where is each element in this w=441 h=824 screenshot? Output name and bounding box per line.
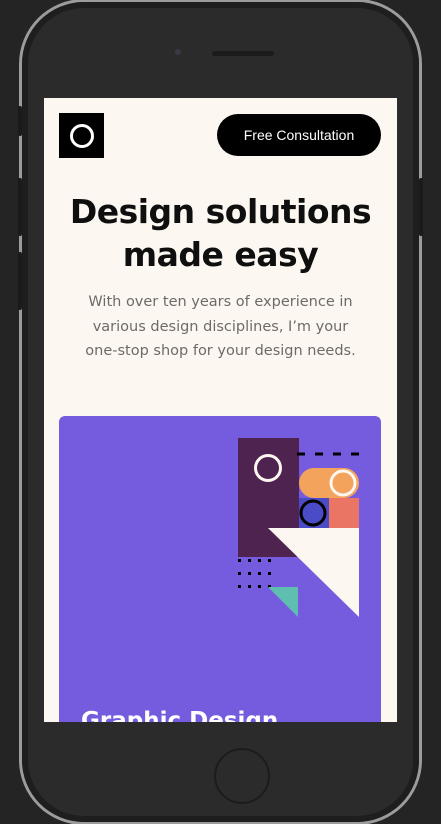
screen: Free Consultation Design solutions made … — [44, 98, 397, 722]
free-consultation-button[interactable]: Free Consultation — [217, 114, 381, 156]
graphic-design-card[interactable]: Graphic Design — [59, 416, 381, 722]
front-camera — [175, 49, 181, 55]
graphic-design-illustration — [238, 438, 359, 617]
volume-down-button — [18, 252, 22, 310]
home-button[interactable] — [214, 748, 270, 804]
logo[interactable] — [59, 113, 104, 158]
teal-triangle — [268, 587, 298, 617]
hero-subtitle: With over ten years of experience in var… — [85, 294, 356, 359]
cream-triangle — [268, 528, 359, 617]
coral-square — [329, 498, 359, 528]
power-button — [419, 178, 423, 236]
earpiece-speaker — [212, 51, 274, 56]
hero-title: Design solutions made easy — [69, 192, 372, 274]
ring-icon — [69, 123, 94, 148]
card-title: Graphic Design — [81, 708, 279, 722]
silent-switch — [18, 106, 22, 136]
dot-grid — [238, 559, 271, 588]
volume-up-button — [18, 178, 22, 236]
